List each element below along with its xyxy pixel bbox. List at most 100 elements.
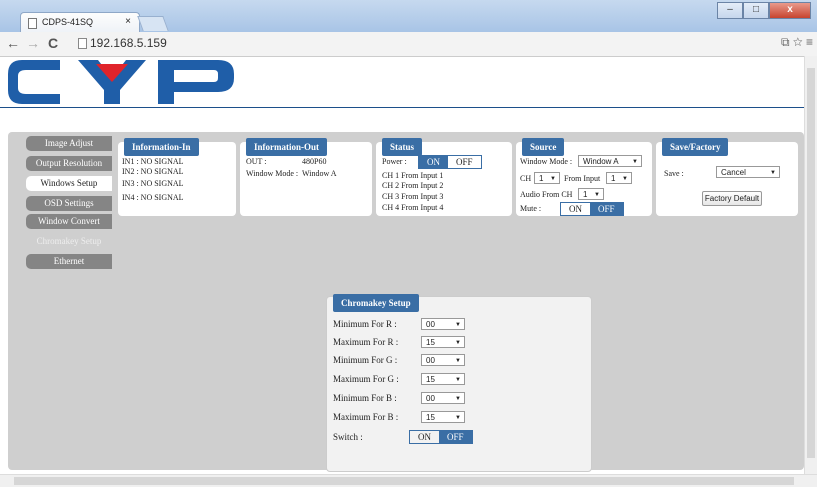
window-mode-label: Window Mode :: [520, 157, 573, 166]
min-g-select[interactable]: 00 ▼: [421, 354, 465, 366]
page-icon: [28, 18, 37, 29]
min-g-value: 00: [426, 356, 435, 365]
power-toggle[interactable]: ON OFF: [418, 155, 482, 169]
input-status: IN4 : NO SIGNAL: [122, 193, 184, 202]
window-mode-value: Window A: [302, 169, 337, 178]
min-b-select[interactable]: 00 ▼: [421, 392, 465, 404]
new-tab-button[interactable]: [137, 16, 169, 31]
browser-menu-icons[interactable]: ⧉ ☆ ≡: [781, 35, 813, 50]
input-status: IN3 : NO SIGNAL: [122, 179, 184, 188]
from-input-select[interactable]: 1 ▼: [606, 172, 632, 184]
channel-status: CH 3 From Input 3: [382, 192, 444, 201]
information-out-panel: Information-Out OUT : 480P60 Window Mode…: [240, 138, 372, 216]
max-g-label: Maximum For G :: [333, 374, 399, 384]
chevron-down-icon: ▼: [550, 176, 556, 182]
out-label: OUT :: [246, 157, 267, 166]
mute-on-button[interactable]: ON: [561, 203, 590, 215]
window-controls: – □ x: [717, 2, 811, 19]
ch-select[interactable]: 1 ▼: [534, 172, 560, 184]
sidebar-item-osd-settings[interactable]: OSD Settings: [26, 196, 112, 211]
factory-default-button[interactable]: Factory Default: [702, 191, 762, 206]
save-select-value: Cancel: [721, 168, 746, 177]
chevron-down-icon: ▼: [455, 358, 461, 364]
max-r-label: Maximum For R :: [333, 337, 399, 347]
browser-titlebar: CDPS-41SQ × – □ x: [0, 0, 817, 33]
window-mode-select[interactable]: Window A ▼: [578, 155, 642, 167]
vertical-scrollbar[interactable]: [804, 56, 817, 474]
sidebar-item-ethernet[interactable]: Ethernet: [26, 254, 112, 269]
address-bar[interactable]: 192.168.5.159: [76, 35, 806, 52]
chevron-down-icon: ▼: [770, 170, 776, 176]
tab-title: CDPS-41SQ: [42, 17, 94, 27]
browser-toolbar: ← → C 192.168.5.159 ⧉ ☆ ≡: [0, 32, 817, 57]
sidebar-item-output-resolution[interactable]: Output Resolution: [26, 156, 112, 171]
cyp-logo: [8, 60, 234, 104]
scrollbar-thumb[interactable]: [807, 68, 815, 458]
chromakey-switch-toggle[interactable]: ON OFF: [409, 430, 473, 444]
ch-label: CH: [520, 174, 532, 183]
window-mode-select-value: Window A: [583, 157, 619, 166]
panel-title: Chromakey Setup: [333, 294, 419, 312]
min-r-select[interactable]: 00 ▼: [421, 318, 465, 330]
max-b-label: Maximum For B :: [333, 412, 399, 422]
min-b-label: Minimum For B :: [333, 393, 397, 403]
from-input-label: From Input: [564, 174, 601, 183]
scrollbar-thumb[interactable]: [14, 477, 794, 485]
close-window-button[interactable]: x: [769, 2, 811, 19]
max-r-select[interactable]: 15 ▼: [421, 336, 465, 348]
source-panel: Source Window Mode : Window A ▼ CH 1 ▼ Fro…: [516, 138, 652, 216]
max-b-select[interactable]: 15 ▼: [421, 411, 465, 423]
input-status: IN1 : NO SIGNAL: [122, 157, 184, 166]
chevron-down-icon: ▼: [632, 159, 638, 165]
min-r-value: 00: [426, 320, 435, 329]
max-g-value: 15: [426, 375, 435, 384]
power-off-button[interactable]: OFF: [448, 156, 481, 168]
mute-toggle[interactable]: ON OFF: [560, 202, 624, 216]
status-panel: Status Power : ON OFF CH 1 From Input 1 …: [376, 138, 512, 216]
min-r-label: Minimum For R :: [333, 319, 397, 329]
max-r-value: 15: [426, 338, 435, 347]
save-select[interactable]: Cancel ▼: [716, 166, 780, 178]
mute-off-button[interactable]: OFF: [590, 203, 623, 215]
from-input-select-value: 1: [611, 174, 616, 183]
chevron-down-icon: ▼: [455, 415, 461, 421]
sidebar-item-windows-setup[interactable]: Windows Setup: [26, 176, 112, 191]
reload-icon[interactable]: C: [48, 35, 58, 51]
information-in-panel: Information-In IN1 : NO SIGNAL IN2 : NO …: [118, 138, 236, 216]
audio-from-ch-label: Audio From CH: [520, 190, 573, 199]
save-label: Save :: [664, 169, 684, 178]
horizontal-scrollbar[interactable]: [0, 474, 817, 487]
chevron-down-icon: ▼: [455, 340, 461, 346]
channel-status: CH 4 From Input 4: [382, 203, 444, 212]
sidebar-item-chromakey-setup[interactable]: Chromakey Setup: [26, 234, 112, 249]
url-text: 192.168.5.159: [90, 36, 167, 50]
panel-title: Save/Factory: [662, 138, 729, 156]
switch-off-button[interactable]: OFF: [439, 431, 472, 443]
window-mode-label: Window Mode :: [246, 169, 299, 178]
browser-tab[interactable]: CDPS-41SQ ×: [20, 12, 140, 33]
minimize-button[interactable]: –: [717, 2, 743, 19]
panel-title: Status: [382, 138, 423, 156]
chromakey-setup-panel: Chromakey Setup Minimum For R : 00 ▼ Maxi…: [326, 294, 592, 472]
close-tab-icon[interactable]: ×: [125, 16, 131, 27]
save-factory-panel: Save/Factory Save : Cancel ▼ Factory Defa…: [656, 138, 798, 216]
header-divider: [0, 107, 806, 108]
mute-label: Mute :: [520, 204, 542, 213]
channel-status: CH 2 From Input 2: [382, 181, 444, 190]
switch-label: Switch :: [333, 432, 363, 442]
chevron-down-icon: ▼: [622, 176, 628, 182]
max-g-select[interactable]: 15 ▼: [421, 373, 465, 385]
sidebar-item-window-convert[interactable]: Window Convert: [26, 214, 112, 229]
back-arrow-icon[interactable]: ←: [6, 35, 20, 51]
out-value: 480P60: [302, 157, 327, 166]
sidebar-item-image-adjust[interactable]: Image Adjust: [26, 136, 112, 151]
power-on-button[interactable]: ON: [419, 156, 448, 168]
chevron-down-icon: ▼: [455, 396, 461, 402]
maximize-button[interactable]: □: [743, 2, 769, 19]
chevron-down-icon: ▼: [455, 377, 461, 383]
max-b-value: 15: [426, 413, 435, 422]
audio-ch-select[interactable]: 1 ▼: [578, 188, 604, 200]
panel-title: Source: [522, 138, 565, 156]
switch-on-button[interactable]: ON: [410, 431, 439, 443]
forward-arrow-icon[interactable]: →: [26, 35, 40, 51]
